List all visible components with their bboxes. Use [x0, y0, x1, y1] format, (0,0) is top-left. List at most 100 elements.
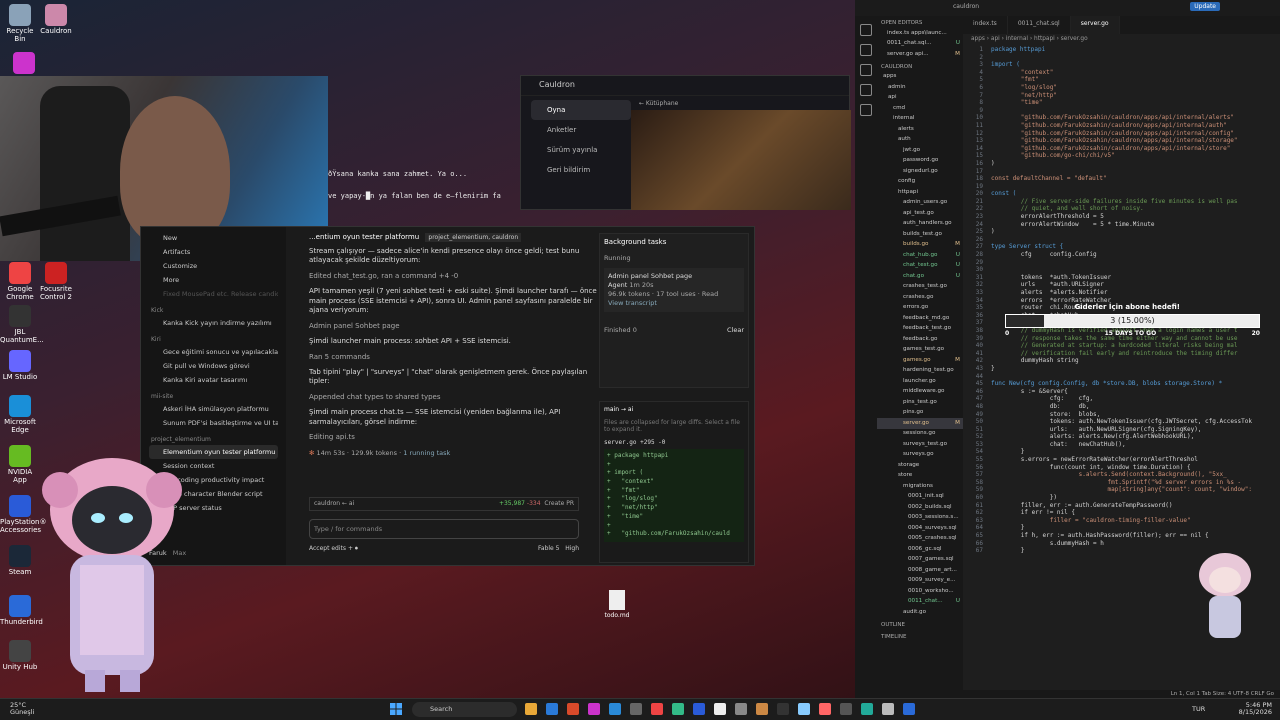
sidebar-section-title[interactable]: mii-site	[149, 387, 278, 402]
file-tree-item[interactable]: surveys.go	[877, 450, 963, 461]
file-tree-item[interactable]: cmd	[877, 103, 963, 114]
file-tree-item[interactable]: builds.go M	[877, 240, 963, 251]
desktop-icon[interactable]: Google Chrome	[0, 262, 40, 301]
desktop-icon[interactable]	[4, 52, 44, 76]
taskbar-app-icon[interactable]	[798, 703, 810, 715]
source-control-icon[interactable]	[860, 64, 872, 76]
desktop-icon[interactable]: Steam	[0, 545, 40, 577]
project-tag[interactable]: project_elementium, cauldron	[425, 233, 522, 242]
file-tree-item[interactable]: audit.go	[877, 607, 963, 618]
model-selector[interactable]: Fable 5	[538, 545, 559, 552]
taskbar-app-icon[interactable]	[756, 703, 768, 715]
running-task-link[interactable]: 1 running task	[403, 449, 450, 457]
taskbar-app-icon[interactable]	[588, 703, 600, 715]
windows-start-icon[interactable]	[390, 703, 402, 715]
file-tree-item[interactable]: chat_test.go U	[877, 261, 963, 272]
file-tree-item[interactable]: feedback.go	[877, 334, 963, 345]
file-tree-item[interactable]: api	[877, 93, 963, 104]
view-transcript-link[interactable]: View transcript	[608, 299, 740, 308]
file-tree-item[interactable]: httpapi	[877, 187, 963, 198]
taskbar-app-icon[interactable]	[525, 703, 537, 715]
file-tree-item[interactable]: 0010_worksho...	[877, 586, 963, 597]
tool-summary[interactable]: Appended chat types to shared types	[309, 393, 599, 402]
file-tree-item[interactable]: 0006_gc.sql	[877, 544, 963, 555]
timeline-header[interactable]: TIMELINE	[877, 630, 963, 642]
conversation-item[interactable]: Gece eğitimi sonucu ve yapılacaklar	[149, 345, 278, 359]
todo-file[interactable]: todo.md	[600, 590, 634, 619]
conversation-item[interactable]: Kanka Kiri avatar tasarımı	[149, 373, 278, 387]
prompt-input[interactable]: Type / for commands	[309, 519, 579, 539]
taskbar-app-icon[interactable]	[777, 703, 789, 715]
file-tree-item[interactable]: store	[877, 471, 963, 482]
task-card[interactable]: Admin panel Sohbet page Agent 1m 20s 96.…	[604, 268, 744, 313]
file-tree-item[interactable]: 0002_builds.sql	[877, 502, 963, 513]
effort-selector[interactable]: High	[565, 545, 579, 552]
explorer-icon[interactable]	[860, 24, 872, 36]
extensions-icon[interactable]	[860, 104, 872, 116]
desktop-icon[interactable]: Cauldron	[36, 4, 76, 36]
taskbar-app-icon[interactable]	[882, 703, 894, 715]
nav-publish[interactable]: Sürüm yayınla	[531, 140, 631, 160]
taskbar-app-icon[interactable]	[546, 703, 558, 715]
file-tree-item[interactable]: storage	[877, 460, 963, 471]
file-tree-item[interactable]: admin	[877, 82, 963, 93]
file-tree-item[interactable]: games.go M	[877, 355, 963, 366]
file-tree-item[interactable]: feedback_md.go	[877, 313, 963, 324]
agent-task[interactable]: Admin panel Sohbet page	[309, 322, 599, 331]
file-tree-item[interactable]: builds_test.go	[877, 229, 963, 240]
file-tree-item[interactable]: 0004_surveys.sql	[877, 523, 963, 534]
nav-surveys[interactable]: Anketler	[531, 120, 631, 140]
open-editor-item[interactable]: index.ts apps\launc...	[877, 28, 963, 39]
clock[interactable]: 5:46 PM 8/15/2026	[1239, 702, 1272, 716]
breadcrumb[interactable]: apps › api › internal › httpapi › server…	[963, 34, 1280, 46]
taskbar-app-icon[interactable]	[840, 703, 852, 715]
taskbar-search[interactable]: Search	[412, 702, 517, 717]
taskbar-app-icon[interactable]	[609, 703, 621, 715]
library-back-link[interactable]: ← Kütüphane	[639, 100, 678, 107]
conversation-item[interactable]: Kanka Kick yayın indirme yazılımı	[149, 316, 278, 330]
desktop-icon[interactable]: PlayStation® Accessories	[0, 495, 46, 534]
taskbar-app-icon[interactable]	[903, 703, 915, 715]
file-tree-item[interactable]: 0001_init.sql	[877, 492, 963, 503]
nav-play[interactable]: Oyna	[531, 100, 631, 120]
desktop-icon[interactable]: LM Studio	[0, 350, 40, 382]
open-editor-item[interactable]: 0011_chat.sql... U	[877, 39, 963, 50]
file-tree-item[interactable]: errors.go	[877, 303, 963, 314]
desktop-icon[interactable]: Microsoft Edge	[0, 395, 40, 434]
tab-server-go[interactable]: server.go	[1070, 16, 1120, 34]
file-tree-item[interactable]: server.go M	[877, 418, 963, 429]
file-tree-item[interactable]: launcher.go	[877, 376, 963, 387]
sidebar-section-title[interactable]: Kick	[149, 301, 278, 316]
taskbar-app-icon[interactable]	[672, 703, 684, 715]
weather-widget[interactable]: 25°C Güneşli	[10, 702, 34, 716]
taskbar-app-icon[interactable]	[819, 703, 831, 715]
workspace-root[interactable]: CAULDRON	[877, 60, 963, 72]
file-tree-item[interactable]: crashes_test.go	[877, 282, 963, 293]
tool-summary[interactable]: Ran 5 commands	[309, 353, 599, 362]
taskbar-app-icon[interactable]	[714, 703, 726, 715]
file-tree-item[interactable]: 0011_chat... U	[877, 597, 963, 608]
add-icon[interactable]: +	[348, 545, 353, 552]
tool-summary[interactable]: Editing api.ts	[309, 433, 599, 442]
outline-header[interactable]: OUTLINE	[877, 618, 963, 630]
file-tree-item[interactable]: hardening_test.go	[877, 366, 963, 377]
branch-name[interactable]: cauldron	[314, 500, 340, 507]
file-tree-item[interactable]: 0007_games.sql	[877, 555, 963, 566]
file-tree-item[interactable]: 0009_survey_e...	[877, 576, 963, 587]
sidebar-section-title[interactable]: Kiri	[149, 330, 278, 345]
sidebar-item-3[interactable]: More	[149, 273, 278, 287]
nav-feedback[interactable]: Geri bildirim	[531, 160, 631, 180]
taskbar-app-icon[interactable]	[693, 703, 705, 715]
desktop-icon[interactable]: Unity Hub	[0, 640, 40, 672]
file-tree-item[interactable]: feedback_test.go	[877, 324, 963, 335]
language-indicator[interactable]: TUR	[1192, 705, 1205, 713]
file-tree-item[interactable]: middleware.go	[877, 387, 963, 398]
conversation-item[interactable]: Git pull ve Windows görevi	[149, 359, 278, 373]
conversation-item[interactable]: Askeri İHA simülasyon platformu	[149, 402, 278, 416]
diff-file[interactable]: server.go +295 -0	[604, 439, 744, 446]
file-tree-item[interactable]: admin_users.go	[877, 198, 963, 209]
file-tree-item[interactable]: auth	[877, 135, 963, 146]
conversation-item[interactable]: Sunum PDF'si basitleştirme ve UI ta...	[149, 416, 278, 430]
desktop-icon[interactable]: NVIDIA App	[0, 445, 40, 484]
target-branch[interactable]: ai	[349, 500, 354, 507]
